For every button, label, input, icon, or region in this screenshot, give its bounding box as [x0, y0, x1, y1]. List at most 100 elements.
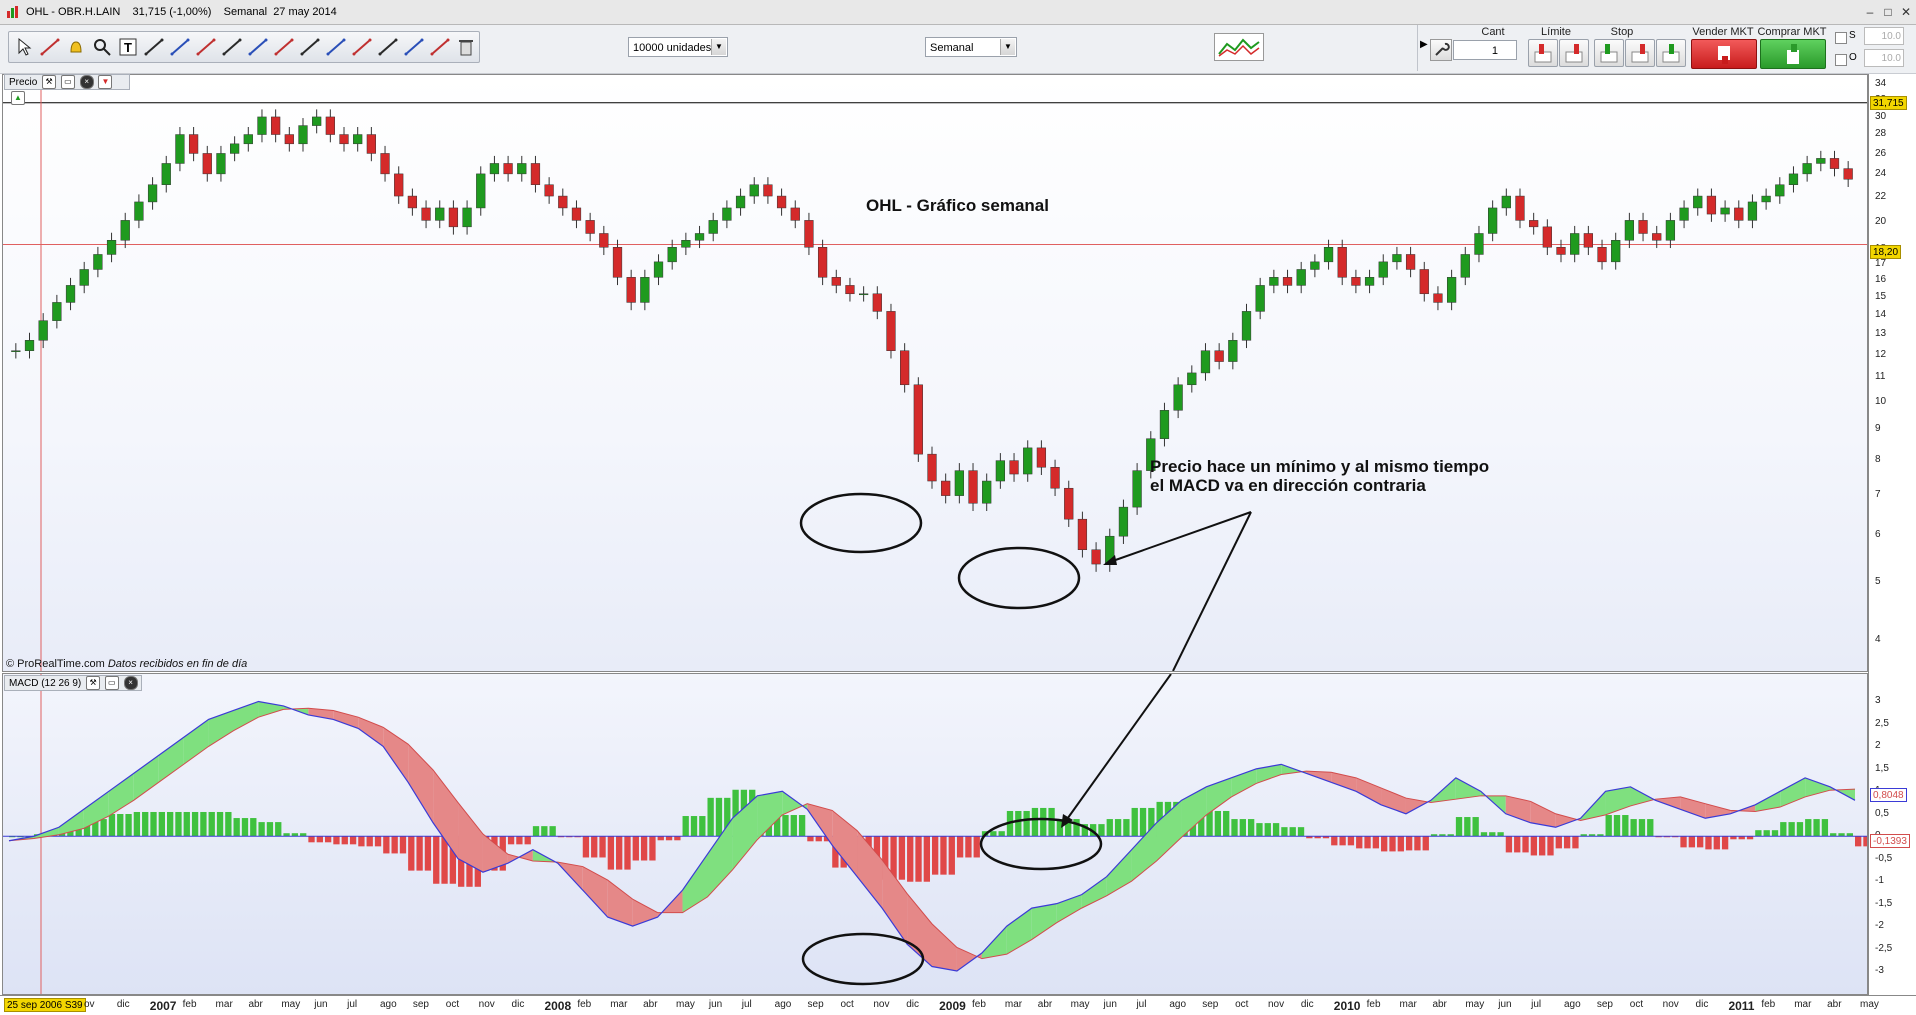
macd-hist-bar	[250, 818, 257, 837]
price-chart[interactable]	[3, 75, 1867, 671]
macd-hist-bar	[1788, 822, 1795, 837]
sell-mini-icon[interactable]: ▼	[98, 75, 113, 90]
hammer-icon[interactable]	[377, 36, 401, 58]
chevron-down-icon: ▼	[711, 39, 726, 55]
x-tick-label: mar	[215, 999, 233, 1010]
price-candle	[216, 145, 226, 182]
source-label: © ProRealTime.com	[6, 658, 105, 670]
price-candle	[1816, 150, 1826, 172]
close-icon[interactable]: ×	[79, 75, 94, 90]
cross-icon[interactable]	[429, 36, 453, 58]
o-value-field[interactable]: 10.0	[1864, 49, 1904, 67]
macd-band	[782, 791, 808, 815]
channel-icon[interactable]	[299, 36, 323, 58]
limit-buy-button[interactable]	[1559, 39, 1589, 67]
price-candle	[1665, 212, 1676, 249]
o-checkbox[interactable]	[1835, 54, 1847, 66]
macd-hist-bar	[133, 811, 141, 837]
price-candle	[1433, 286, 1443, 311]
ray-icon[interactable]	[221, 36, 245, 58]
macd-hist-bar	[233, 818, 240, 837]
horizontal-line-icon[interactable]	[247, 36, 271, 58]
price-candle	[982, 473, 992, 512]
price-tick-label: 4	[1875, 634, 1881, 645]
minimize-button[interactable]: –	[1862, 4, 1878, 20]
s-checkbox[interactable]	[1835, 32, 1847, 44]
buy-mkt-button[interactable]	[1760, 39, 1826, 69]
ruler-icon[interactable]	[39, 36, 63, 58]
macd-pane-tab[interactable]: MACD (12 26 9) ⚒ ▭ ×	[4, 675, 142, 691]
toolbar: T 10000 unidades ▼ Semanal ▼ ▶ Cant 1 Lí…	[0, 25, 1916, 74]
macd-hist-bar	[973, 836, 980, 858]
s-value-field[interactable]: 10.0	[1864, 27, 1904, 45]
multiline-icon[interactable]	[403, 36, 427, 58]
line-icon[interactable]	[195, 36, 219, 58]
price-candle	[1693, 188, 1703, 216]
buy-mini-icon[interactable]: ▲	[11, 91, 25, 106]
macd-hist-bar	[1821, 819, 1829, 837]
sell-mkt-button[interactable]	[1691, 39, 1757, 69]
price-tick-label: 7	[1875, 488, 1881, 500]
macd-hist-bar	[266, 822, 274, 837]
price-candle	[325, 109, 335, 143]
window-icon[interactable]: ▭	[104, 676, 119, 691]
wrench-icon[interactable]: ⚒	[86, 676, 101, 691]
wrench-icon[interactable]: ⚒	[42, 75, 57, 90]
price-candle	[1077, 511, 1088, 558]
price-candle	[339, 126, 349, 152]
price-candle	[845, 277, 855, 302]
macd-band	[1206, 777, 1232, 815]
stop-extra-button[interactable]	[1656, 39, 1686, 67]
price-candle	[489, 155, 500, 182]
trash-icon[interactable]	[455, 36, 479, 58]
cursor-icon[interactable]	[13, 36, 37, 58]
wrench-button[interactable]	[1430, 39, 1452, 61]
stop-sell-button[interactable]	[1594, 39, 1624, 67]
grid-icon[interactable]	[325, 36, 349, 58]
macd-chart[interactable]	[3, 674, 1867, 994]
macd-hist-bar	[241, 818, 249, 837]
macd-hist-bar	[383, 836, 390, 854]
x-axis[interactable]: 25 sep 2006 S39 ov dic 2007 feb mar abr may jun…	[0, 995, 1916, 1015]
price-candle	[1228, 332, 1238, 370]
period-dropdown[interactable]: Semanal ▼	[925, 37, 1017, 57]
macd-hist-bar	[1289, 827, 1296, 837]
macd-pane[interactable]	[2, 673, 1868, 995]
price-candle	[407, 188, 418, 216]
stop-sell-icon	[1600, 44, 1618, 63]
trendline-red-icon[interactable]	[143, 36, 167, 58]
price-pane[interactable]	[2, 74, 1868, 672]
units-dropdown[interactable]: 10000 unidades ▼	[628, 37, 728, 57]
quantity-stepper[interactable]: 1	[1453, 40, 1517, 60]
window-icon[interactable]: ▭	[60, 75, 75, 90]
close-button[interactable]: ✕	[1898, 4, 1914, 20]
vertical-line-icon[interactable]	[273, 36, 297, 58]
x-tick-label: feb	[1761, 999, 1776, 1010]
macd-hist-bar	[1697, 836, 1704, 848]
macd-hist-bar	[1863, 836, 1867, 847]
macd-hist-bar	[1372, 836, 1380, 849]
chart-thumbnail-icon	[1218, 38, 1260, 57]
maximize-button[interactable]: □	[1880, 4, 1896, 20]
alert-bell-icon[interactable]	[65, 36, 89, 58]
stop-buy-button[interactable]	[1625, 39, 1655, 67]
fibonacci-icon[interactable]	[169, 36, 193, 58]
macd-hist-bar	[1721, 836, 1729, 850]
price-candle	[1378, 254, 1388, 286]
macd-hist-bar	[366, 836, 373, 847]
macd-tab-label: MACD (12 26 9)	[9, 678, 82, 689]
y-axis[interactable]: 3432302826242220181716151413121110987654…	[1868, 74, 1916, 995]
macd-hist-bar	[258, 822, 265, 837]
text-icon[interactable]: T	[117, 36, 141, 58]
price-pane-tab[interactable]: Precio ⚒ ▭ × ▼ ▲	[4, 74, 130, 106]
zoom-icon[interactable]	[91, 36, 115, 58]
close-icon[interactable]: ×	[123, 676, 138, 691]
x-tick-label: nov	[1662, 999, 1679, 1010]
o-label: O	[1849, 52, 1857, 63]
x-tick-label: ago	[1169, 999, 1187, 1010]
zigzag-icon[interactable]	[351, 36, 375, 58]
panel-collapse-icon[interactable]: ▶	[1420, 39, 1428, 50]
indicator-button[interactable]	[1214, 33, 1264, 61]
limit-sell-button[interactable]	[1528, 39, 1558, 67]
price-candle	[1638, 212, 1648, 242]
